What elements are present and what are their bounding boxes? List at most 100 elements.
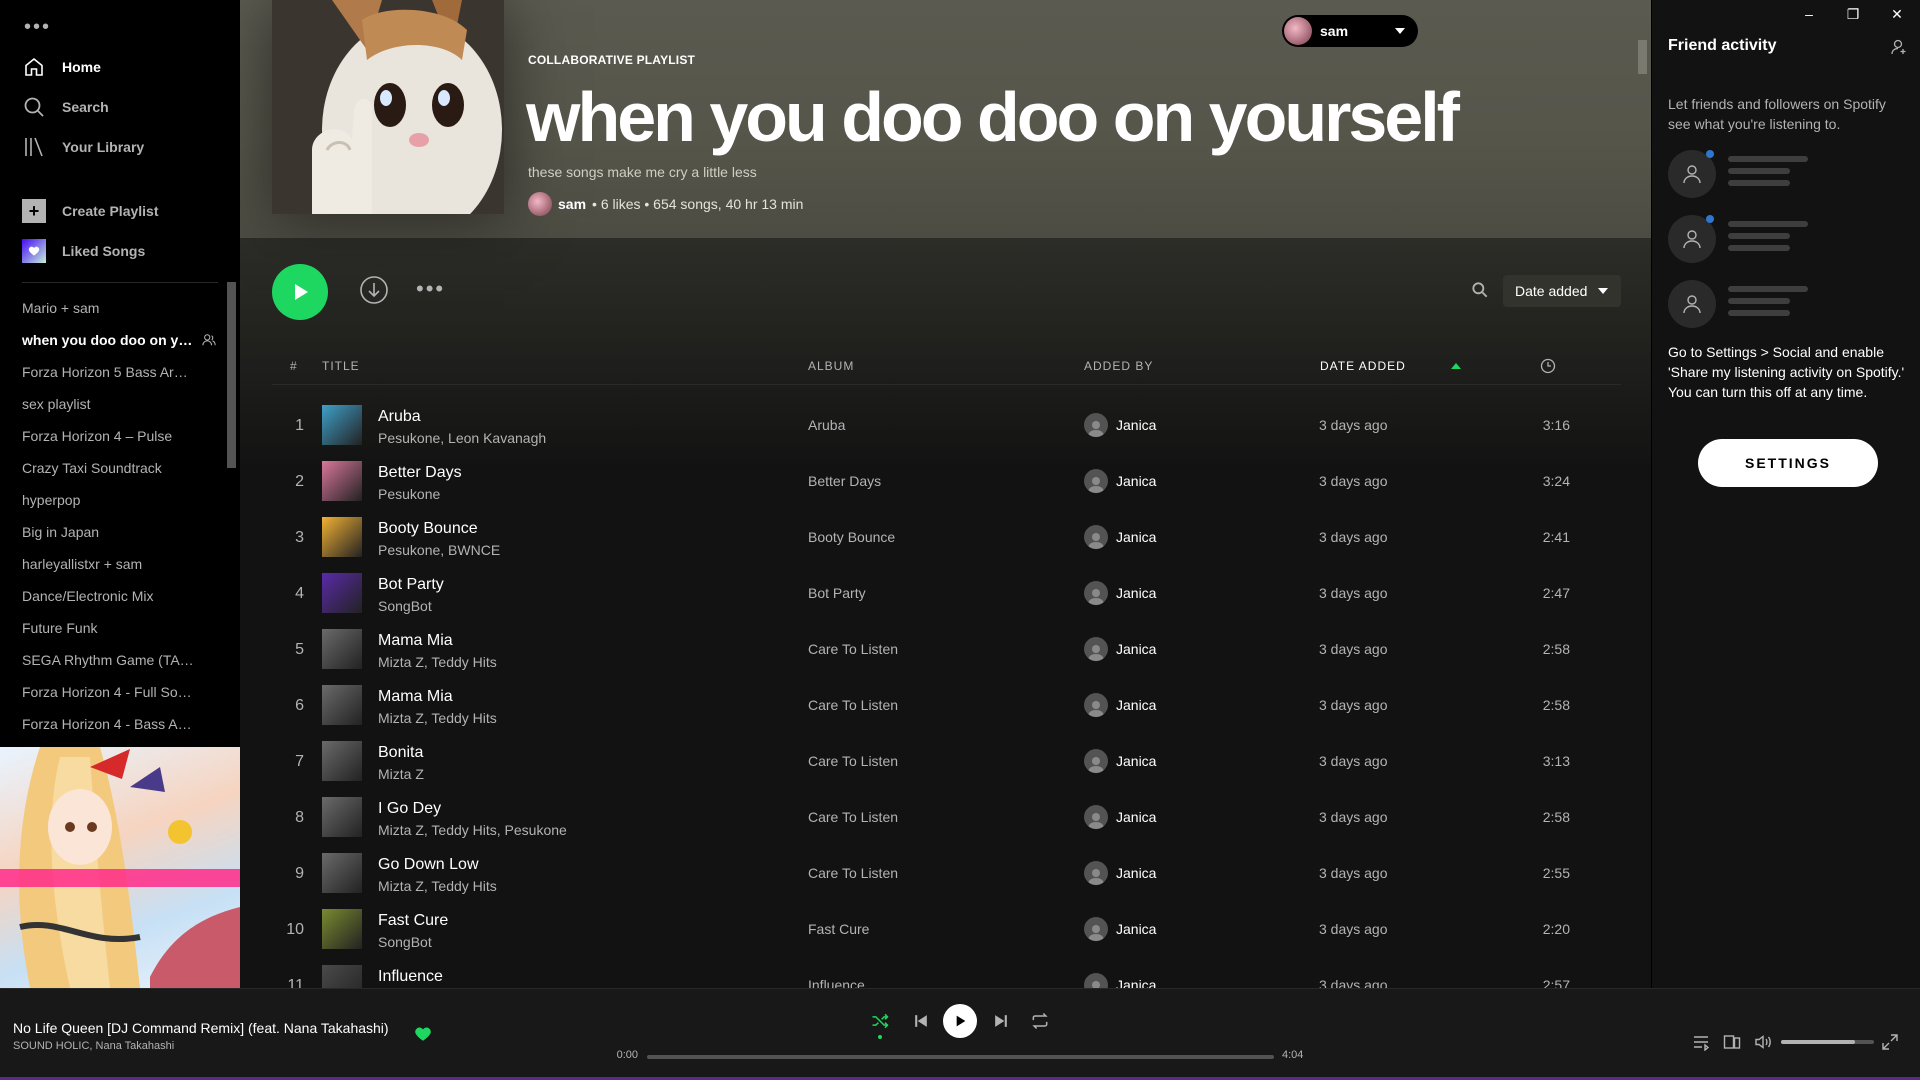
track-added-by[interactable]: Janica bbox=[1116, 417, 1156, 433]
track-artist[interactable]: Mizta Z, Teddy Hits bbox=[378, 654, 497, 670]
sidebar-playlist-item[interactable]: Forza Horizon 4 - Full Sound... bbox=[22, 676, 216, 708]
track-title[interactable]: I Go Dey bbox=[378, 800, 441, 818]
column-added-by[interactable]: Added by bbox=[1084, 359, 1153, 373]
table-row[interactable]: 1 Aruba Pesukone, Leon Kavanagh Aruba Janica… bbox=[272, 397, 1621, 453]
track-added-by[interactable]: Janica bbox=[1116, 585, 1156, 601]
connect-device-icon[interactable] bbox=[1723, 1033, 1741, 1051]
sidebar-playlist-item[interactable]: Forza Horizon 4 – Pulse bbox=[22, 420, 216, 452]
table-row[interactable]: 10 Fast Cure SongBot Fast Cure Janica 3 days … bbox=[272, 901, 1621, 957]
table-row[interactable]: 4 Bot Party SongBot Bot Party Janica 3 days a… bbox=[272, 565, 1621, 621]
track-added-by[interactable]: Janica bbox=[1116, 529, 1156, 545]
previous-track-icon[interactable] bbox=[911, 1011, 931, 1031]
track-title[interactable]: Bot Party bbox=[378, 576, 444, 594]
track-artist[interactable]: Mizta Z bbox=[378, 766, 424, 782]
sidebar-playlist-item[interactable]: Forza Horizon 4 - Bass Arena bbox=[22, 708, 216, 736]
main-scrollbar[interactable] bbox=[1638, 40, 1647, 74]
track-added-by[interactable]: Janica bbox=[1116, 865, 1156, 881]
track-title[interactable]: Better Days bbox=[378, 464, 462, 482]
track-artist[interactable]: Mizta Z, Teddy Hits bbox=[378, 710, 497, 726]
track-album[interactable]: Care To Listen bbox=[808, 865, 898, 881]
track-added-by[interactable]: Janica bbox=[1116, 977, 1156, 988]
table-row[interactable]: 2 Better Days Pesukone Better Days Janica 3 d… bbox=[272, 453, 1621, 509]
track-album[interactable]: Care To Listen bbox=[808, 697, 898, 713]
sidebar-playlist-item[interactable]: Mario + sam bbox=[22, 292, 216, 324]
table-row[interactable]: 6 Mama Mia Mizta Z, Teddy Hits Care To List… bbox=[272, 677, 1621, 733]
app-menu-button[interactable]: ••• bbox=[24, 16, 51, 39]
download-icon[interactable] bbox=[358, 274, 390, 306]
volume-icon[interactable] bbox=[1754, 1033, 1772, 1051]
track-artist[interactable]: Mizta Z, Teddy Hits bbox=[378, 878, 497, 894]
settings-button[interactable]: SETTINGS bbox=[1698, 439, 1878, 487]
track-title[interactable]: Go Down Low bbox=[378, 856, 479, 874]
sidebar-playlist-item[interactable]: when you doo doo on yo... bbox=[22, 324, 216, 356]
nav-home[interactable]: Home bbox=[22, 47, 232, 87]
search-in-playlist-icon[interactable] bbox=[1470, 280, 1490, 300]
track-added-by[interactable]: Janica bbox=[1116, 473, 1156, 489]
track-added-by[interactable]: Janica bbox=[1116, 921, 1156, 937]
track-artist[interactable]: SongBot bbox=[378, 934, 432, 950]
fullscreen-icon[interactable] bbox=[1881, 1033, 1899, 1051]
table-row[interactable]: 9 Go Down Low Mizta Z, Teddy Hits Care To L… bbox=[272, 845, 1621, 901]
sidebar-scrollbar[interactable] bbox=[227, 282, 236, 468]
track-artist[interactable]: Pesukone, Leon Kavanagh bbox=[378, 430, 546, 446]
add-friend-icon[interactable] bbox=[1890, 38, 1908, 56]
track-album[interactable]: Aruba bbox=[808, 417, 845, 433]
track-title[interactable]: Influence bbox=[378, 968, 443, 986]
window-close-button[interactable]: ✕ bbox=[1888, 6, 1906, 24]
heart-icon[interactable] bbox=[414, 1025, 432, 1043]
table-row[interactable]: 5 Mama Mia Mizta Z, Teddy Hits Care To List… bbox=[272, 621, 1621, 677]
track-album[interactable]: Booty Bounce bbox=[808, 529, 895, 545]
sidebar-playlist-item[interactable]: hyperpop bbox=[22, 484, 216, 516]
sidebar-playlist-item[interactable]: Future Funk bbox=[22, 612, 216, 644]
table-row[interactable]: 7 Bonita Mizta Z Care To Listen Janica 3 days… bbox=[272, 733, 1621, 789]
table-row[interactable]: 3 Booty Bounce Pesukone, BWNCE Booty Bounce… bbox=[272, 509, 1621, 565]
table-row[interactable]: 8 I Go Dey Mizta Z, Teddy Hits, Pesukone Ca… bbox=[272, 789, 1621, 845]
track-artist[interactable]: Pesukone bbox=[378, 486, 440, 502]
sidebar-playlist-item[interactable]: SEGA Rhythm Game (TANO... bbox=[22, 644, 216, 676]
playback-progress-bar[interactable] bbox=[647, 1055, 1274, 1059]
track-title[interactable]: Mama Mia bbox=[378, 688, 453, 706]
column-album[interactable]: Album bbox=[808, 359, 854, 373]
track-artist[interactable]: SongBot bbox=[378, 598, 432, 614]
column-date-added[interactable]: Date added bbox=[1320, 359, 1406, 373]
track-artist[interactable]: Mizta Z, Teddy Hits, Pesukone bbox=[378, 822, 567, 838]
window-minimize-button[interactable]: – bbox=[1800, 6, 1818, 24]
track-album[interactable]: Care To Listen bbox=[808, 809, 898, 825]
now-playing-title[interactable]: No Life Queen [DJ Command Remix] (feat. … bbox=[13, 1020, 389, 1036]
now-playing-artist[interactable]: SOUND HOLIC, Nana Takahashi bbox=[13, 1040, 174, 1052]
queue-icon[interactable] bbox=[1692, 1033, 1710, 1051]
track-added-by[interactable]: Janica bbox=[1116, 753, 1156, 769]
track-added-by[interactable]: Janica bbox=[1116, 697, 1156, 713]
track-album[interactable]: Bot Party bbox=[808, 585, 866, 601]
volume-slider[interactable] bbox=[1781, 1040, 1874, 1044]
track-album[interactable]: Influence bbox=[808, 977, 865, 988]
sidebar-playlist-item[interactable]: Crazy Taxi Soundtrack bbox=[22, 452, 216, 484]
track-album[interactable]: Better Days bbox=[808, 473, 881, 489]
track-title[interactable]: Bonita bbox=[378, 744, 423, 762]
track-added-by[interactable]: Janica bbox=[1116, 641, 1156, 657]
track-title[interactable]: Mama Mia bbox=[378, 632, 453, 650]
track-added-by[interactable]: Janica bbox=[1116, 809, 1156, 825]
sort-dropdown[interactable]: Date added bbox=[1503, 275, 1621, 307]
owner-link[interactable]: sam bbox=[558, 196, 586, 212]
sidebar-playlist-item[interactable]: Forza Horizon 5 Bass Arena (... bbox=[22, 356, 216, 388]
track-title[interactable]: Fast Cure bbox=[378, 912, 448, 930]
create-playlist-button[interactable]: + Create Playlist bbox=[22, 191, 232, 231]
repeat-icon[interactable] bbox=[1030, 1011, 1050, 1031]
next-track-icon[interactable] bbox=[991, 1011, 1011, 1031]
track-album[interactable]: Care To Listen bbox=[808, 753, 898, 769]
track-artist[interactable]: Pesukone, BWNCE bbox=[378, 542, 500, 558]
play-playlist-button[interactable] bbox=[272, 264, 328, 320]
nav-your-library[interactable]: Your Library bbox=[22, 127, 232, 167]
track-title[interactable]: Aruba bbox=[378, 408, 421, 426]
track-album[interactable]: Care To Listen bbox=[808, 641, 898, 657]
shuffle-icon[interactable] bbox=[870, 1011, 890, 1031]
table-row[interactable]: 11 Influence Influence Janica 3 days ago 2:57 bbox=[272, 957, 1621, 988]
column-title[interactable]: Title bbox=[322, 359, 360, 373]
sidebar-playlist-item[interactable]: Dance/Electronic Mix bbox=[22, 580, 216, 612]
track-title[interactable]: Booty Bounce bbox=[378, 520, 478, 538]
liked-songs-button[interactable]: Liked Songs bbox=[22, 231, 232, 271]
nav-search[interactable]: Search bbox=[22, 87, 232, 127]
more-options-button[interactable]: ••• bbox=[416, 276, 445, 302]
track-album[interactable]: Fast Cure bbox=[808, 921, 869, 937]
